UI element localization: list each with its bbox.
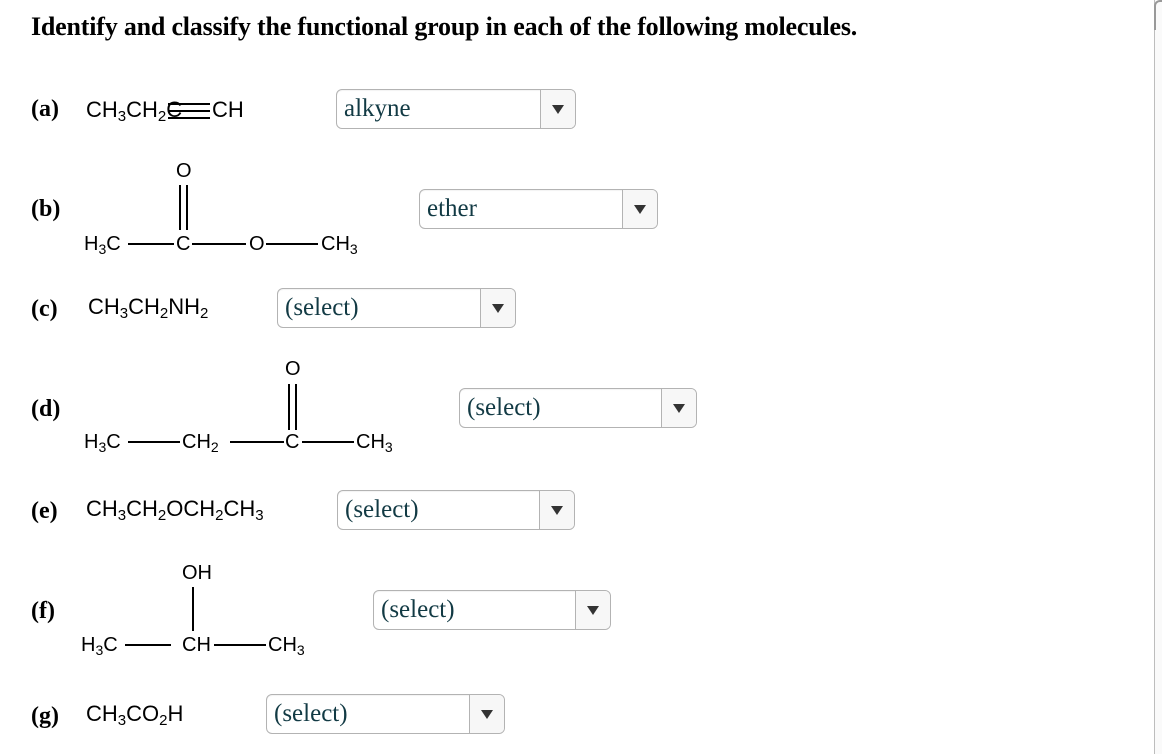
functional-group-select-d[interactable]: (select)	[459, 388, 697, 428]
dropdown-button[interactable]	[539, 491, 574, 529]
label-g: (g)	[31, 703, 59, 729]
formula-e: CH3CH2OCH2CH3	[86, 496, 264, 524]
functional-group-select-b[interactable]: ether	[419, 189, 658, 229]
triangle-down-icon	[634, 205, 646, 214]
selected-value: ether	[427, 195, 477, 222]
selected-value: alkyne	[344, 95, 411, 122]
formula-a-ch: CH	[212, 97, 244, 122]
triangle-down-icon	[481, 710, 493, 719]
selected-value: (select)	[381, 596, 455, 623]
formula-c: CH3CH2NH2	[88, 294, 209, 322]
label-e: (e)	[31, 498, 58, 524]
question-title: Identify and classify the functional gro…	[31, 12, 858, 41]
selected-value: (select)	[467, 394, 541, 421]
selected-value: (select)	[285, 294, 359, 321]
selected-value: (select)	[274, 700, 348, 727]
dropdown-button[interactable]	[622, 190, 657, 228]
triangle-down-icon	[673, 404, 685, 413]
functional-group-select-a[interactable]: alkyne	[336, 89, 576, 129]
triangle-down-icon	[587, 606, 599, 615]
triangle-down-icon	[492, 304, 504, 313]
functional-group-select-c[interactable]: (select)	[277, 288, 516, 328]
dropdown-button[interactable]	[469, 695, 504, 733]
functional-group-select-e[interactable]: (select)	[337, 490, 575, 530]
label-b: (b)	[31, 196, 61, 222]
functional-group-select-g[interactable]: (select)	[266, 694, 505, 734]
dropdown-button[interactable]	[661, 389, 696, 427]
dropdown-button[interactable]	[540, 90, 575, 128]
label-d: (d)	[31, 396, 61, 422]
formula-g: CH3CO2H	[86, 701, 184, 729]
adjacent-panel-edge	[1154, 0, 1162, 754]
functional-group-select-f[interactable]: (select)	[373, 590, 611, 630]
triangle-down-icon	[552, 105, 564, 114]
triangle-down-icon	[551, 506, 563, 515]
label-a: (a)	[31, 96, 59, 122]
label-f: (f)	[31, 598, 55, 624]
dropdown-button[interactable]	[575, 591, 610, 629]
selected-value: (select)	[345, 496, 419, 523]
dropdown-button[interactable]	[480, 289, 515, 327]
label-c: (c)	[31, 296, 58, 322]
